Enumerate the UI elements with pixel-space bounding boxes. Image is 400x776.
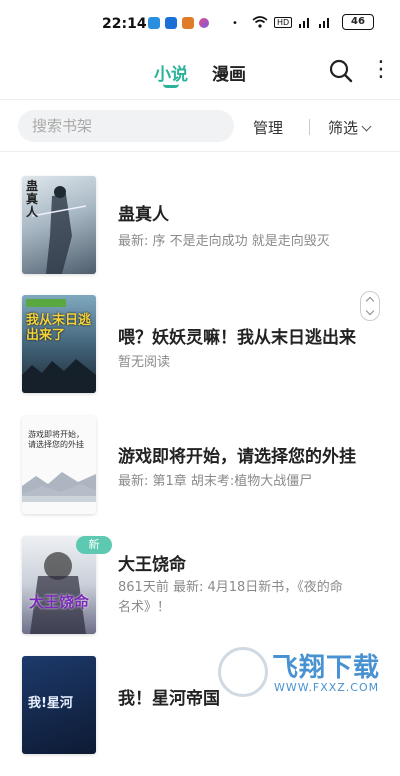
book-cover[interactable]: 游戏即将开始，请选择您的外挂 bbox=[22, 416, 96, 514]
chevron-down-icon bbox=[361, 121, 372, 132]
app-notification-icon bbox=[199, 18, 209, 28]
book-latest: 861天前 最新: 4月18日新书，《夜的命 名术》！ bbox=[118, 578, 388, 618]
watermark-logo-icon bbox=[218, 647, 268, 697]
site-watermark: 飞翔下载 WWW.FXXZ.COM bbox=[214, 645, 390, 701]
book-item[interactable]: 游戏即将开始，请选择您的外挂 游戏即将开始，请选择您的外挂 最新: 第1章 胡末… bbox=[0, 416, 400, 536]
status-time: 22:14 bbox=[102, 16, 147, 32]
search-icon[interactable] bbox=[328, 58, 354, 84]
app-notification-icon bbox=[148, 17, 160, 29]
book-title: 大王饶命 bbox=[118, 555, 186, 575]
cover-title: 我从末日逃出来了 bbox=[26, 313, 92, 343]
battery-indicator: 46 bbox=[342, 14, 374, 30]
tab-novel[interactable]: 小说 bbox=[154, 60, 188, 85]
shelf-search-input[interactable] bbox=[18, 110, 234, 142]
book-cover[interactable]: 蛊真人 bbox=[22, 176, 96, 274]
wifi-icon bbox=[252, 16, 268, 28]
book-cover[interactable]: 我!星河 bbox=[22, 656, 96, 754]
book-latest: 最新: 第1章 胡末考:植物大战僵尸 bbox=[118, 474, 313, 489]
watermark-brand: 飞翔下载 bbox=[272, 653, 381, 683]
signal-icon bbox=[319, 18, 330, 28]
signal-icon bbox=[299, 18, 310, 28]
cover-art bbox=[22, 299, 96, 393]
book-title: 蛊真人 bbox=[118, 205, 169, 225]
app-notification-icon bbox=[165, 17, 177, 29]
cover-title: 游戏即将开始，请选择您的外挂 bbox=[28, 430, 84, 449]
watermark-url: WWW.FXXZ.COM bbox=[274, 681, 380, 694]
shelf-toolbar: 管理 筛选 bbox=[0, 100, 400, 152]
app-notification-icon bbox=[182, 17, 194, 29]
manage-button[interactable]: 管理 bbox=[253, 117, 283, 138]
status-right: HD bbox=[252, 16, 332, 28]
filter-button[interactable]: 筛选 bbox=[328, 117, 372, 138]
update-badge: 新 bbox=[76, 536, 112, 554]
filter-label: 筛选 bbox=[328, 119, 359, 137]
hd-badge-icon: HD bbox=[274, 16, 293, 28]
fast-scroll-handle[interactable] bbox=[360, 291, 380, 321]
book-cover[interactable]: 我从末日逃出来了 bbox=[22, 295, 96, 393]
cover-title: 大王饶命 bbox=[28, 593, 89, 611]
more-vertical-icon[interactable]: ⋮ bbox=[370, 58, 392, 84]
top-nav: 小说 漫画 ⋮ bbox=[0, 48, 400, 100]
book-latest-line2: 名术》！ bbox=[118, 600, 171, 615]
tab-indicator bbox=[163, 84, 179, 88]
tab-comic[interactable]: 漫画 bbox=[212, 60, 246, 85]
book-title: 喂？妖妖灵嘛！我从末日逃出来 bbox=[118, 328, 356, 348]
book-item[interactable]: 我从末日逃出来了 喂？妖妖灵嘛！我从末日逃出来 暂无阅读 bbox=[0, 295, 400, 415]
book-latest: 最新: 序 不是走向成功 就是走向毁灭 bbox=[118, 234, 330, 249]
status-bullet: • bbox=[232, 18, 238, 29]
book-item[interactable]: 大王饶命 新 大王饶命 861天前 最新: 4月18日新书，《夜的命 名术》！ bbox=[0, 536, 400, 656]
book-title: 游戏即将开始，请选择您的外挂 bbox=[118, 447, 356, 467]
book-status: 暂无阅读 bbox=[118, 355, 171, 370]
book-latest-line1: 861天前 最新: 4月18日新书，《夜的命 bbox=[118, 580, 343, 595]
cover-title: 蛊真人 bbox=[26, 179, 39, 219]
status-bar: 22:14 • HD 46 bbox=[0, 0, 400, 48]
book-title: 我！星河帝国 bbox=[118, 689, 220, 709]
cover-title: 我!星河 bbox=[28, 696, 73, 711]
notification-icons bbox=[148, 17, 209, 29]
book-item[interactable]: 蛊真人 蛊真人 最新: 序 不是走向成功 就是走向毁灭 bbox=[0, 176, 400, 296]
toolbar-divider bbox=[309, 119, 310, 135]
